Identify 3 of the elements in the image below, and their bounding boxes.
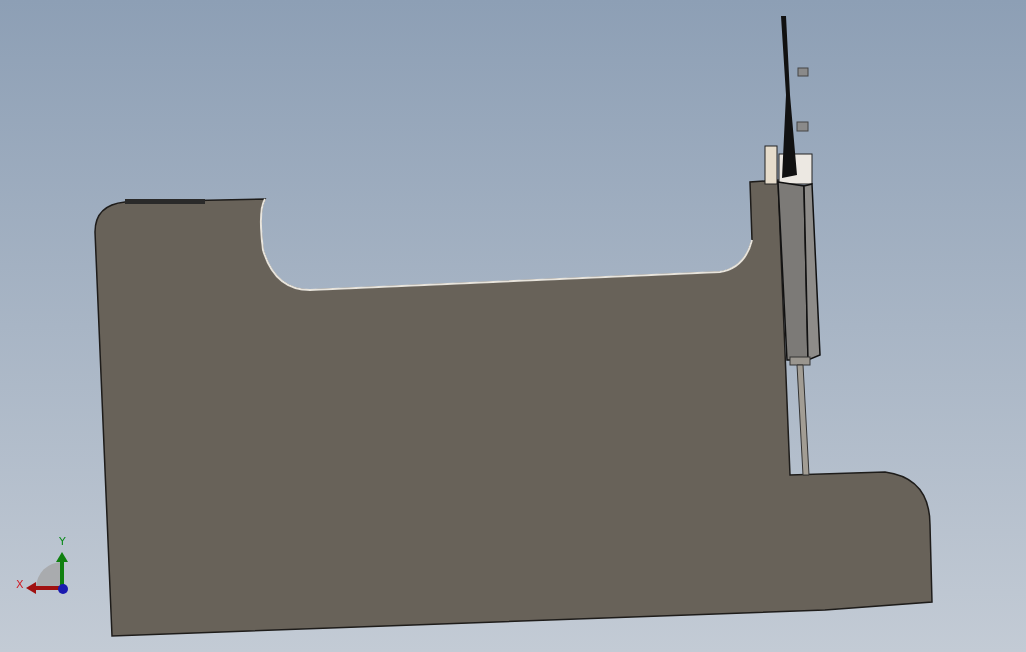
x-axis-label: X [16,578,24,591]
axis-triad [26,552,68,594]
y-axis-label: Y [59,535,66,548]
